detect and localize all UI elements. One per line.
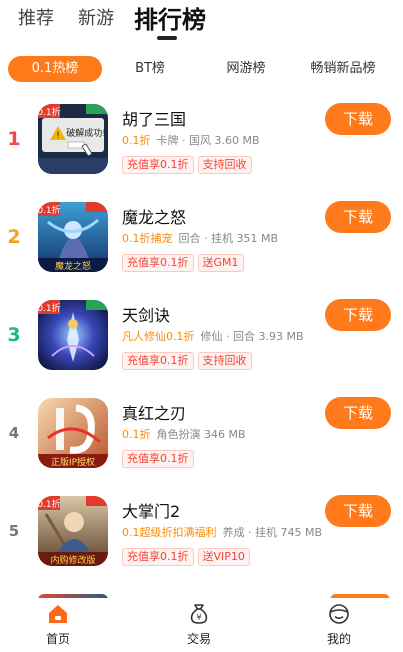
game-name[interactable]: 大掌门2 — [122, 498, 180, 522]
game-icon[interactable]: 0.1折 内购修改版 — [38, 496, 108, 566]
subtab-bestseller-new[interactable]: 畅销新品榜 — [303, 56, 383, 82]
svg-text:正版IP授权: 正版IP授权 — [51, 456, 95, 468]
download-button[interactable]: 下载 — [325, 495, 391, 527]
game-icon[interactable]: 0.1折 魔龙之怒 — [38, 202, 108, 272]
svg-text:0.1折: 0.1折 — [38, 498, 61, 510]
discount-text: 凡人修仙0.1折 — [122, 330, 195, 343]
tab-new-games[interactable]: 新游 — [78, 4, 114, 30]
game-info: 角色扮演 346 MB — [156, 428, 246, 441]
game-meta: 凡人修仙0.1折 修仙 · 回合 3.93 MB — [122, 328, 304, 344]
rank-number: 5 — [8, 522, 20, 540]
game-meta: 0.1折 卡牌 · 国风 3.60 MB — [122, 132, 260, 148]
svg-text:0.1折: 0.1折 — [38, 106, 61, 118]
nav-home-label: 首页 — [45, 632, 70, 646]
top-nav: 推荐 新游 排行榜 — [0, 0, 403, 46]
rank-number: 4 — [8, 424, 20, 442]
game-meta: 0.1折捕宠 回合 · 挂机 351 MB — [122, 230, 278, 246]
svg-text:内购修改版: 内购修改版 — [50, 554, 95, 566]
tag: 送VIP10 — [197, 548, 250, 566]
discount-text: 0.1折捕宠 — [122, 232, 173, 245]
list-item[interactable]: 4 正版IP授权 真红之刃 0.1折 角色扮演 346 MB 充值享0.1折 下载 — [0, 386, 403, 484]
download-button[interactable]: 下载 — [325, 299, 391, 331]
subtab-hot-discount[interactable]: 0.1热榜 — [8, 56, 102, 82]
game-tags: 充值享0.1折 送VIP10 — [122, 545, 254, 566]
profile-icon — [329, 604, 349, 624]
discount-text: 0.1超级折扣满福利 — [122, 526, 217, 539]
nav-trade[interactable]: ¥ 交易 — [169, 602, 229, 647]
list-item[interactable]: 3 0.1折 天剑诀 凡人修仙0.1折 修仙 · 回合 3.93 MB 充值享0.… — [0, 288, 403, 386]
nav-home[interactable]: 首页 — [28, 602, 88, 647]
tag: 充值享0.1折 — [122, 254, 194, 272]
game-tags: 充值享0.1折 支持回收 — [122, 349, 256, 370]
game-name[interactable]: 魔龙之怒 — [122, 204, 186, 228]
game-tags: 充值享0.1折 — [122, 447, 198, 468]
game-info: 回合 · 挂机 351 MB — [178, 232, 279, 245]
download-button[interactable]: 下载 — [325, 103, 391, 135]
game-tags: 充值享0.1折 送GM1 — [122, 251, 248, 272]
game-ranking-list: 1 ! 破解成功! 0.1折 胡了三国 0.1折 卡牌 · 国风 3.60 MB … — [0, 92, 403, 592]
svg-text:魔龙之怒: 魔龙之怒 — [55, 260, 91, 272]
game-info: 养成 · 挂机 745 MB — [222, 526, 323, 539]
active-tab-indicator — [157, 36, 177, 40]
bottom-nav: 首页 ¥ 交易 我的 — [0, 598, 403, 652]
tag: 送GM1 — [197, 254, 244, 272]
game-name[interactable]: 天剑诀 — [122, 302, 170, 326]
game-icon[interactable]: 正版IP授权 — [38, 398, 108, 468]
discount-text: 0.1折 — [122, 134, 151, 147]
list-item[interactable]: 1 ! 破解成功! 0.1折 胡了三国 0.1折 卡牌 · 国风 3.60 MB … — [0, 92, 403, 190]
game-info: 修仙 · 回合 3.93 MB — [200, 330, 304, 343]
tag: 充值享0.1折 — [122, 352, 194, 370]
nav-mine-label: 我的 — [326, 632, 351, 646]
discount-text: 0.1折 — [122, 428, 151, 441]
tag: 支持回收 — [197, 352, 252, 370]
game-icon[interactable]: ! 破解成功! 0.1折 — [38, 104, 108, 174]
subtab-online[interactable]: 网游榜 — [214, 56, 278, 82]
game-meta: 0.1超级折扣满福利 养成 · 挂机 745 MB — [122, 524, 322, 540]
game-info: 卡牌 · 国风 3.60 MB — [156, 134, 260, 147]
rank-number: 3 — [7, 324, 21, 346]
download-button[interactable]: 下载 — [325, 397, 391, 429]
tab-recommend[interactable]: 推荐 — [18, 4, 54, 30]
list-item[interactable]: 2 0.1折 魔龙之怒 魔龙之怒 0.1折捕宠 回合 · 挂机 351 MB 充值… — [0, 190, 403, 288]
svg-text:破解成功!: 破解成功! — [66, 127, 106, 139]
game-name[interactable]: 胡了三国 — [122, 106, 186, 130]
game-name[interactable]: 真红之刃 — [122, 400, 186, 424]
svg-text:!: ! — [56, 131, 60, 141]
home-icon — [49, 605, 67, 623]
tag: 充值享0.1折 — [122, 548, 194, 566]
subtab-bt[interactable]: BT榜 — [120, 56, 180, 82]
rank-number: 1 — [7, 128, 21, 150]
game-tags: 充值享0.1折 支持回收 — [122, 153, 256, 174]
game-icon[interactable]: 0.1折 — [38, 300, 108, 370]
rank-number: 2 — [7, 226, 21, 248]
nav-trade-label: 交易 — [186, 632, 211, 646]
nav-mine[interactable]: 我的 — [309, 602, 369, 647]
tag: 充值享0.1折 — [122, 156, 194, 174]
svg-text:¥: ¥ — [196, 613, 201, 622]
list-item[interactable]: 5 0.1折 内购修改版 大掌门2 0.1超级折扣满福利 养成 · 挂机 745 … — [0, 484, 403, 582]
tag: 充值享0.1折 — [122, 450, 194, 468]
svg-text:0.1折: 0.1折 — [38, 302, 61, 314]
download-button[interactable]: 下载 — [325, 201, 391, 233]
game-meta: 0.1折 角色扮演 346 MB — [122, 426, 246, 442]
ranking-sub-tabs: 0.1热榜 BT榜 网游榜 畅销新品榜 — [0, 54, 403, 84]
tab-rankings[interactable]: 排行榜 — [134, 0, 206, 35]
money-bag-icon: ¥ — [190, 604, 208, 624]
tag: 支持回收 — [197, 156, 252, 174]
svg-text:0.1折: 0.1折 — [38, 204, 61, 216]
